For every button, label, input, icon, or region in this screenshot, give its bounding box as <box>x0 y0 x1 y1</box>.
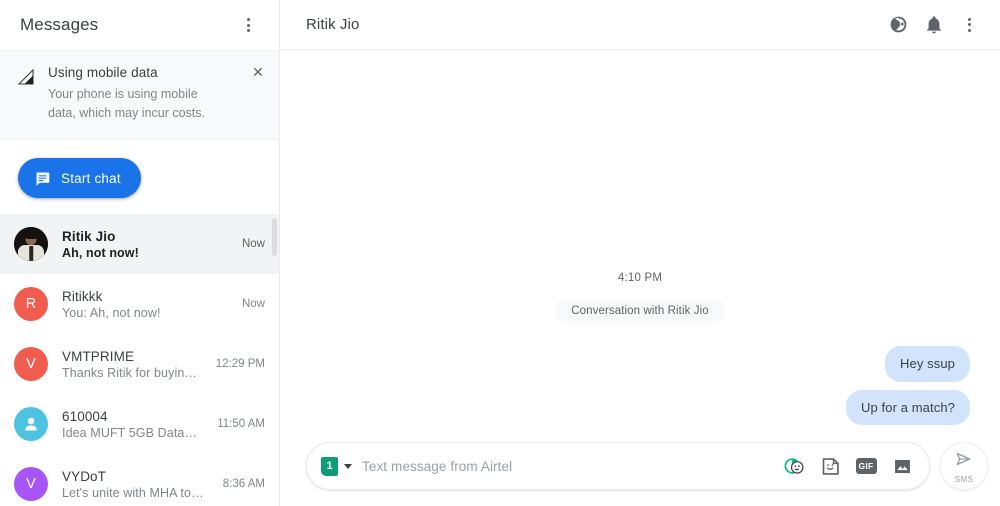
message-row-outgoing: Hey ssup <box>304 346 976 382</box>
start-chat-label: Start chat <box>61 170 121 186</box>
video-call-icon[interactable] <box>880 7 916 43</box>
conversation-snippet: Idea MUFT 5GB Data off... <box>62 425 200 440</box>
conversation-item-610004[interactable]: 610004 Idea MUFT 5GB Data off... 11:50 A… <box>0 394 279 454</box>
image-icon[interactable] <box>891 455 913 477</box>
dot <box>246 29 250 32</box>
thread-timestamp: 4:10 PM <box>617 272 663 284</box>
avatar <box>14 407 48 441</box>
sidebar-header: Messages <box>0 0 279 50</box>
scrollbar-thumb[interactable] <box>272 218 277 256</box>
send-button-label: SMS <box>954 474 974 484</box>
sidebar-more-vert-icon[interactable] <box>231 8 265 42</box>
emoji-icon[interactable] <box>783 455 805 477</box>
conversation-item-ritik-jio[interactable]: Ritik Jio Ah, not now! Now <box>0 214 279 274</box>
message-bubble-outgoing[interactable]: Hey ssup <box>885 346 970 382</box>
dot <box>967 23 971 26</box>
composer-icons: GIF <box>783 455 915 477</box>
conversation-name: Ritik Jio <box>62 228 116 244</box>
banner-close-icon[interactable]: ✕ <box>249 63 267 81</box>
dot <box>967 28 971 32</box>
message-row-outgoing: Up for a match? <box>304 389 976 426</box>
conversation-snippet: Let's unite with MHA to cl... <box>62 485 205 500</box>
chevron-down-icon[interactable] <box>344 463 352 469</box>
chat-bubble-icon <box>34 170 51 187</box>
conversation-time: Now <box>241 238 265 250</box>
message-thread: 4:10 PM Conversation with Ritik Jio Hey … <box>280 50 1000 442</box>
conversation-list: Ritik Jio Ah, not now! Now R Ritikkk You… <box>0 214 279 506</box>
sidebar: Messages Using mobile data Your phone is… <box>0 0 280 506</box>
conversation-text: Ritik Jio Ah, not now! <box>62 229 224 260</box>
chat-title: Ritik Jio <box>306 16 360 33</box>
conversation-time: Now <box>241 298 265 310</box>
conversation-text: VMTPRIME Thanks Ritik for buying t... <box>62 349 198 380</box>
send-plane-icon <box>954 449 974 474</box>
start-chat-button[interactable]: Start chat <box>18 158 141 198</box>
conversation-item-vydot[interactable]: V VYDoT Let's unite with MHA to cl... 8:… <box>0 454 279 506</box>
message-bubble-outgoing[interactable]: Up for a match? <box>846 389 970 426</box>
avatar: V <box>14 347 48 381</box>
avatar: V <box>14 467 48 501</box>
banner-text: Using mobile data Your phone is using mo… <box>48 65 265 123</box>
sim-number: 1 <box>321 456 338 476</box>
conversation-time: 12:29 PM <box>215 358 265 370</box>
conversation-text: VYDoT Let's unite with MHA to cl... <box>62 469 205 500</box>
start-chat-container: Start chat <box>0 140 279 214</box>
chat-header: Ritik Jio <box>280 0 1000 50</box>
dot <box>246 18 250 21</box>
conversation-time: 11:50 AM <box>217 418 265 430</box>
composer-row: 1 Text message from Airtel GIF SMS <box>280 442 1000 506</box>
sim-selector[interactable]: 1 <box>321 456 352 476</box>
banner-title: Using mobile data <box>48 65 158 80</box>
conversation-name: VMTPRIME <box>62 348 135 364</box>
notifications-bell-icon[interactable] <box>916 7 952 43</box>
conversation-item-vmtprime[interactable]: V VMTPRIME Thanks Ritik for buying t... … <box>0 334 279 394</box>
system-chip-row: Conversation with Ritik Jio <box>304 299 976 323</box>
conversation-name: 610004 <box>62 408 108 424</box>
gif-label: GIF <box>855 458 877 474</box>
conversation-snippet: Ah, not now! <box>62 245 139 260</box>
conversation-time: 8:36 AM <box>222 478 265 490</box>
message-input[interactable] <box>362 458 773 474</box>
app-title: Messages <box>20 15 99 34</box>
gif-icon[interactable]: GIF <box>855 455 877 477</box>
sidebar-scrollbar[interactable] <box>272 214 277 506</box>
chat-more-vert-icon[interactable] <box>952 8 986 42</box>
person-icon <box>25 417 37 431</box>
message-composer: 1 Text message from Airtel GIF <box>306 442 930 490</box>
avatar-initial: R <box>25 296 37 312</box>
dot <box>967 17 971 21</box>
conversation-name: VYDoT <box>62 468 107 484</box>
banner-body: Your phone is using mobile data, which m… <box>48 87 206 120</box>
send-button[interactable]: SMS <box>940 442 988 490</box>
avatar-initial: V <box>26 476 36 492</box>
conversation-item-ritikkk[interactable]: R Ritikkk You: Ah, not now! Now <box>0 274 279 334</box>
conversation-text: 610004 Idea MUFT 5GB Data off... <box>62 409 199 440</box>
avatar <box>14 227 48 261</box>
signal-cellular-icon <box>16 67 36 87</box>
messages-app: Messages Using mobile data Your phone is… <box>0 0 1000 506</box>
dot <box>246 23 250 27</box>
avatar: R <box>14 287 48 321</box>
conversation-text: Ritikkk You: Ah, not now! <box>62 289 224 320</box>
chat-panel: Ritik Jio 4:10 PM Conversation with Riti… <box>280 0 1000 506</box>
sticker-icon[interactable] <box>819 455 841 477</box>
conversation-system-chip: Conversation with Ritik Jio <box>555 299 725 323</box>
avatar-initial: V <box>26 356 36 372</box>
conversation-name: Ritikkk <box>62 288 103 304</box>
conversation-snippet: You: Ah, not now! <box>62 305 161 320</box>
mobile-data-banner: Using mobile data Your phone is using mo… <box>0 50 279 140</box>
conversation-snippet: Thanks Ritik for buying t... <box>62 365 198 380</box>
